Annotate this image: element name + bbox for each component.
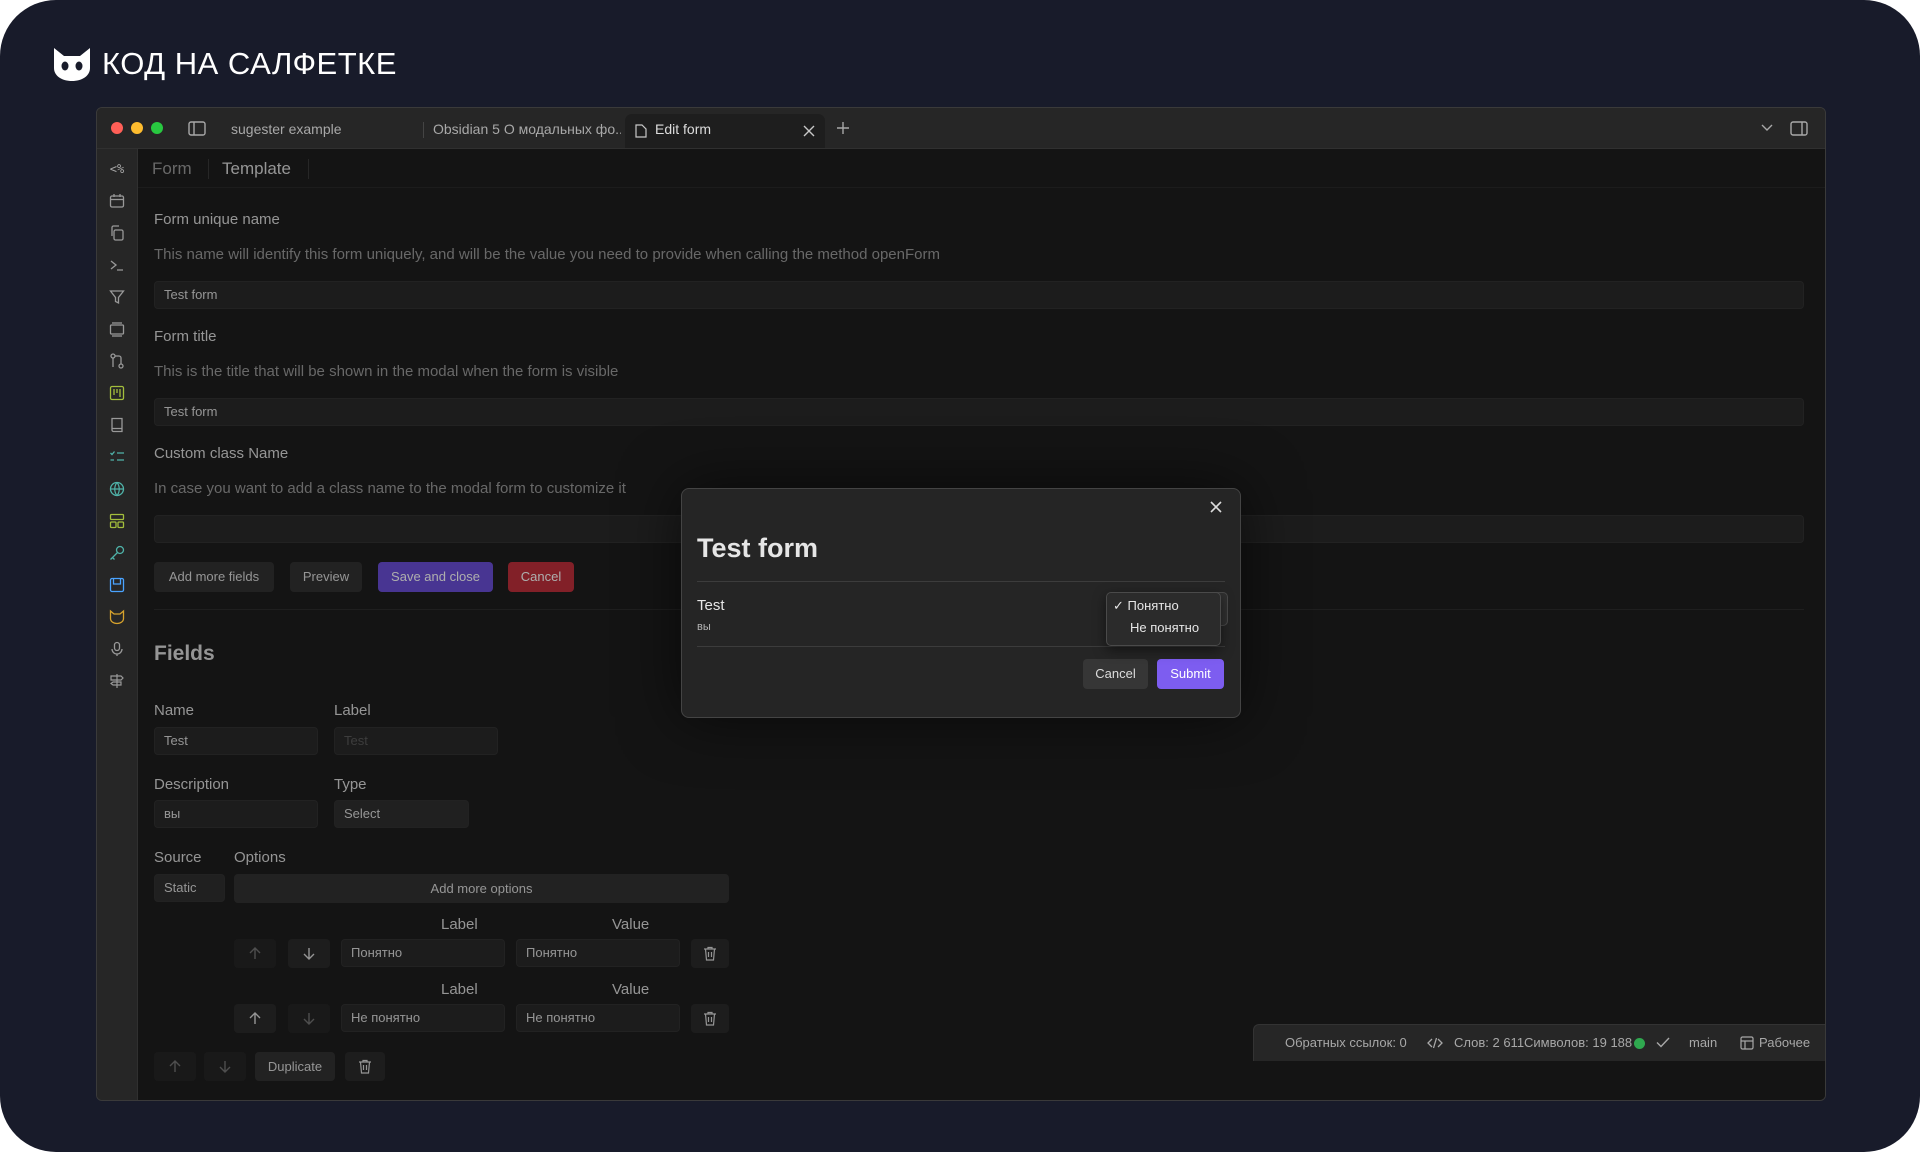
modal-submit-button[interactable]: Submit (1157, 659, 1224, 689)
new-tab-icon[interactable] (833, 118, 853, 138)
word-count: Слов: 2 611 (1454, 1035, 1525, 1050)
templater-icon[interactable]: <% (107, 159, 127, 179)
key-icon[interactable] (107, 543, 127, 563)
ribbon: <% (97, 149, 138, 1100)
outer-frame: КОД НА САЛФЕТКЕ sugester example Obsidia… (0, 0, 1920, 1152)
modal-divider (697, 581, 1225, 582)
calendar-icon[interactable] (107, 191, 127, 211)
task-list-icon[interactable] (107, 447, 127, 467)
layout-icon[interactable] (107, 511, 127, 531)
dropdown-option-understood[interactable]: ✓ Понятно (1113, 598, 1179, 616)
status-bar: Обратных ссылок: 0 Слов: 2 611 Символов:… (1253, 1024, 1825, 1061)
title-bar: sugester example Obsidian 5 О модальных … (97, 108, 1825, 149)
cat-head-icon (54, 48, 90, 81)
sync-status-dot[interactable] (1634, 1038, 1645, 1049)
checkmark-icon: ✓ (1113, 598, 1124, 613)
filter-icon[interactable] (107, 287, 127, 307)
git-icon[interactable] (107, 351, 127, 371)
backlinks-count[interactable]: Обратных ссылок: 0 (1285, 1035, 1407, 1050)
modal-field-name: Test (697, 597, 725, 614)
select-dropdown: ✓ Понятно Не понятно (1106, 592, 1221, 646)
close-tab-icon[interactable] (803, 125, 815, 137)
tab-divider (423, 122, 424, 138)
microphone-icon[interactable] (107, 639, 127, 659)
kanban-icon[interactable] (107, 383, 127, 403)
cat-icon[interactable] (107, 607, 127, 627)
git-branch[interactable]: main (1689, 1035, 1717, 1050)
char-count: Символов: 19 188 (1524, 1035, 1633, 1050)
slides-icon[interactable] (107, 319, 127, 339)
brand: КОД НА САЛФЕТКЕ (52, 44, 397, 84)
right-sidebar-toggle-icon[interactable] (1789, 118, 1809, 138)
chevron-down-icon[interactable] (1757, 118, 1777, 138)
maximize-window-button[interactable] (151, 122, 163, 134)
vault-name[interactable]: Рабочее (1759, 1035, 1810, 1050)
sidebar-toggle-icon[interactable] (187, 118, 207, 138)
minimize-window-button[interactable] (131, 122, 143, 134)
brand-text: КОД НА САЛФЕТКЕ (102, 46, 397, 81)
signpost-icon[interactable] (107, 671, 127, 691)
file-icon (635, 124, 647, 138)
copy-icon[interactable] (107, 223, 127, 243)
modal-divider (697, 646, 1225, 647)
code-icon[interactable] (1427, 1037, 1443, 1049)
vault-icon (1740, 1036, 1754, 1050)
modal-title: Test form (697, 533, 819, 563)
close-icon[interactable] (1209, 500, 1223, 514)
tab-edit-form[interactable]: Edit form (625, 114, 825, 148)
modal-cancel-button[interactable]: Cancel (1083, 659, 1148, 689)
tab-obsidian-modal[interactable]: Obsidian 5 О модальных фо... (425, 114, 621, 144)
close-window-button[interactable] (111, 122, 123, 134)
form-icon[interactable] (107, 575, 127, 595)
check-icon[interactable] (1656, 1037, 1670, 1048)
dropdown-option-not-understood[interactable]: Не понятно (1130, 620, 1199, 638)
terminal-icon[interactable] (107, 255, 127, 275)
tab-sugester-example[interactable]: sugester example (223, 114, 423, 144)
modal-field-description: вы (697, 621, 711, 633)
book-icon[interactable] (107, 415, 127, 435)
globe-icon[interactable] (107, 479, 127, 499)
